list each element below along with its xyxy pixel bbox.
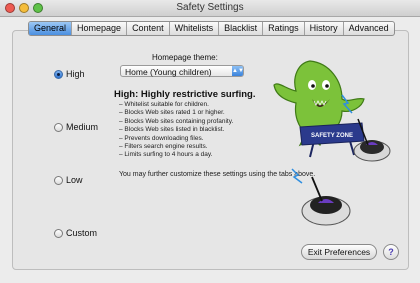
tab-ratings[interactable]: Ratings — [263, 22, 305, 35]
level-medium-option[interactable]: Medium — [54, 122, 98, 132]
radio-custom[interactable] — [54, 228, 63, 238]
safety-zone-illustration: SAFETY ZONE — [273, 60, 391, 226]
level-high-option[interactable]: High — [54, 69, 85, 79]
radio-high[interactable] — [54, 69, 63, 79]
restriction-item: – Whitelist suitable for children. — [119, 101, 209, 108]
restriction-item: – Prevents downloading files. — [119, 134, 204, 142]
tab-blacklist[interactable]: Blacklist — [219, 22, 264, 35]
level-custom-option[interactable]: Custom — [54, 228, 97, 238]
tab-general[interactable]: General — [29, 22, 73, 35]
tab-content[interactable]: Content — [127, 22, 170, 35]
level-medium-label: Medium — [66, 122, 99, 132]
tab-history[interactable]: History — [305, 22, 344, 35]
restriction-item: – Blocks Web sites listed in blacklist. — [119, 126, 225, 134]
tab-advanced[interactable]: Advanced — [344, 22, 394, 35]
tab-homepage[interactable]: Homepage — [72, 22, 128, 35]
level-high-label: High — [66, 69, 85, 79]
homepage-theme-value: Home (Young children) — [125, 67, 212, 77]
exit-preferences-button[interactable]: Exit Preferences — [301, 244, 377, 260]
restriction-item: – Blocks Web sites rated 1 or higher. — [119, 109, 225, 117]
sign-text: SAFETY ZONE — [311, 133, 353, 139]
window-title: Safety Settings — [176, 2, 244, 13]
joystick-robot-icon — [301, 176, 351, 226]
level-heading: High: Highly restrictive surfing. — [114, 89, 256, 100]
restriction-item: – Filters search engine results. — [119, 143, 208, 151]
title-bar: Safety Settings — [0, 0, 420, 17]
restriction-item: – Limits surfing to 4 hours a day. — [119, 151, 213, 159]
restriction-list: – Whitelist suitable for children. – Blo… — [119, 101, 233, 160]
help-button[interactable]: ? — [383, 244, 399, 260]
safety-settings-window: Safety Settings General Homepage Content… — [0, 0, 420, 283]
radio-medium[interactable] — [54, 122, 63, 132]
homepage-theme-select[interactable]: Home (Young children) ▲▼ — [120, 65, 244, 77]
level-low-label: Low — [66, 175, 83, 185]
tab-bar: General Homepage Content Whitelists Blac… — [28, 21, 395, 36]
radio-low[interactable] — [54, 175, 63, 185]
restriction-item: – Blocks Web sites containing profanity. — [119, 117, 234, 125]
level-custom-label: Custom — [66, 228, 98, 238]
homepage-theme-label: Homepage theme: — [152, 53, 218, 62]
updown-arrow-icon: ▲▼ — [232, 66, 244, 76]
level-low-option[interactable]: Low — [54, 175, 83, 185]
tab-whitelists[interactable]: Whitelists — [170, 22, 220, 35]
